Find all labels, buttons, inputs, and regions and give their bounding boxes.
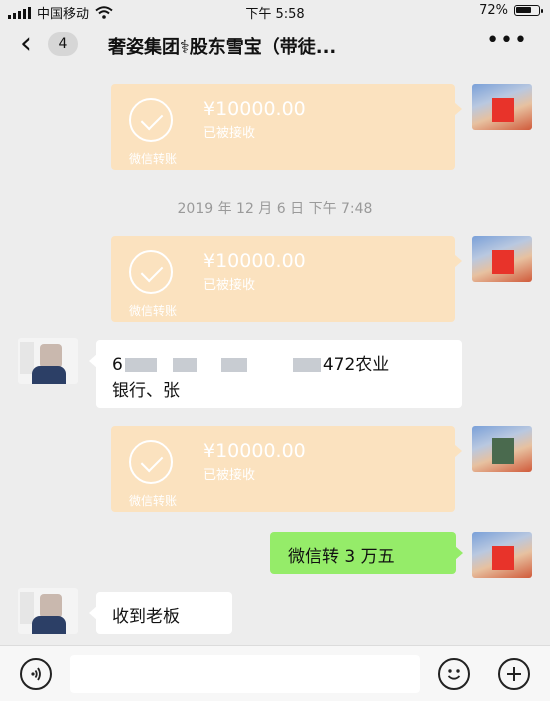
chat-header: ‹ 4 奢姿集团⚕股东雪宝（带徒... ••• (0, 22, 550, 68)
transfer-amount: ¥10000.00 (203, 250, 306, 272)
message-bubble[interactable]: 6 472农业 银行、张 (89, 340, 462, 408)
message-text-line2: 银行、张 (112, 381, 180, 401)
message-bubble-received[interactable]: 收到老板 (89, 592, 232, 634)
transfer-status: 已被接收 (203, 468, 256, 483)
avatar[interactable] (18, 338, 78, 384)
redacted-block (292, 358, 321, 372)
chat-title: 奢姿集团⚕股东雪宝（带徒... (108, 37, 337, 58)
message-input[interactable] (70, 655, 420, 693)
account-suffix: 472农业 (322, 355, 390, 375)
message-bubble-sent[interactable]: 微信转 3 万五 (270, 532, 463, 574)
status-time: 下午 5:58 (245, 7, 305, 22)
battery-icon (514, 5, 543, 16)
message-timestamp: 2019 年 12 月 6 日 下午 7:48 (177, 201, 373, 217)
transfer-card[interactable]: ¥10000.00 已被接收 微信转账 (111, 426, 462, 512)
status-bar: 中国移动 下午 5:58 72% (0, 0, 550, 22)
transfer-label: 微信转账 (129, 494, 178, 508)
avatar[interactable] (472, 236, 532, 282)
avatar[interactable] (472, 426, 532, 472)
message-text: 微信转 3 万五 (288, 547, 395, 567)
transfer-label: 微信转账 (129, 304, 178, 318)
avatar[interactable] (18, 588, 78, 634)
transfer-status: 已被接收 (203, 278, 256, 293)
transfer-amount: ¥10000.00 (203, 440, 306, 462)
transfer-amount: ¥10000.00 (203, 98, 306, 120)
transfer-card[interactable]: ¥10000.00 已被接收 微信转账 (111, 236, 462, 322)
battery-percent: 72% (479, 3, 508, 18)
redacted-block (124, 358, 157, 372)
more-dots-icon[interactable]: ••• (486, 28, 528, 53)
input-bar (0, 645, 550, 701)
message-text: 收到老板 (112, 607, 180, 627)
transfer-card[interactable]: ¥10000.00 已被接收 微信转账 (111, 84, 462, 170)
transfer-status: 已被接收 (203, 126, 256, 141)
unread-count-badge[interactable]: 4 (48, 32, 78, 56)
emoji-icon[interactable] (438, 658, 470, 690)
check-circle-icon (129, 440, 173, 484)
avatar[interactable] (472, 84, 532, 130)
check-circle-icon (129, 98, 173, 142)
redacted-block (172, 358, 197, 372)
plus-icon[interactable] (498, 658, 530, 690)
transfer-label: 微信转账 (129, 152, 178, 166)
chevron-left-icon[interactable]: ‹ (20, 26, 32, 62)
check-circle-icon (129, 250, 173, 294)
voice-icon[interactable] (20, 658, 52, 690)
redacted-block (220, 358, 247, 372)
account-prefix: 6 (112, 355, 123, 375)
message-text: 6 472农业 (112, 350, 389, 375)
avatar[interactable] (472, 532, 532, 578)
